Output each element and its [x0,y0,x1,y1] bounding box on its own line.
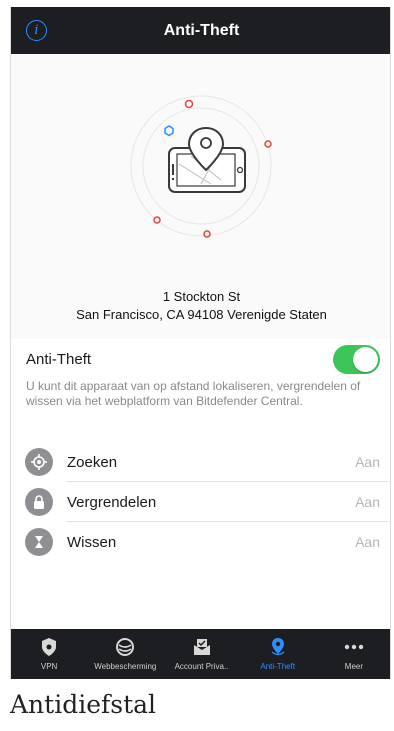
action-row-vergrendelen[interactable]: Vergrendelen Aan [11,482,390,522]
bottom-tab-bar: VPN Webbescherming Account Priva.. Anti-… [11,629,390,679]
location-map-panel: 1 Stockton St San Francisco, CA 94108 Ve… [11,54,390,339]
action-status: Aan [355,534,380,550]
tab-anti-theft[interactable]: Anti-Theft [240,629,316,679]
action-row-zoeken[interactable]: Zoeken Aan [11,442,390,482]
account-privacy-icon [191,636,213,658]
action-label: Zoeken [67,453,118,471]
tab-webbescherming[interactable]: Webbescherming [87,629,163,679]
action-status: Aan [355,494,380,510]
anti-theft-description: U kunt dit apparaat van op afstand lokal… [26,379,361,408]
address-street: 1 Stockton St [162,289,241,304]
tab-label: Anti-Theft [260,662,296,671]
info-icon[interactable]: i [26,20,47,41]
web-protection-icon [114,636,136,658]
locate-icon [25,448,53,476]
tab-meer[interactable]: Meer [316,629,390,679]
action-label: Vergrendelen [67,493,157,511]
tab-label: Account Priva.. [174,662,229,671]
tab-label: Webbescherming [94,662,157,671]
phone-location-illustration [130,95,272,238]
vpn-shield-icon [38,636,60,658]
address-city: San Francisco, CA 94108 Verenigde Staten [76,307,327,322]
wipe-icon [25,528,53,556]
tab-vpn[interactable]: VPN [11,629,87,679]
action-row-wissen[interactable]: Wissen Aan [11,522,390,562]
tab-label: VPN [40,662,58,671]
anti-theft-toggle-row: Anti-Theft [11,339,390,379]
anti-theft-pin-icon [267,636,289,658]
action-label: Wissen [67,533,117,551]
more-dots-icon [343,636,365,658]
app-header: i Anti-Theft [11,7,390,54]
anti-theft-toggle[interactable] [333,344,380,374]
anti-theft-settings: Anti-Theft U kunt dit apparaat van op af… [11,339,390,409]
lock-icon [25,488,53,516]
page-title: Anti-Theft [163,21,240,39]
tab-label: Meer [344,662,364,671]
toggle-knob [353,346,378,372]
tab-account-privacy[interactable]: Account Priva.. [163,629,239,679]
figure-caption: Antidiefstal [10,690,157,719]
action-status: Aan [355,454,380,470]
phone-screen: i Anti-Theft 1 Stockton St San Francisco… [10,7,391,679]
anti-theft-toggle-label: Anti-Theft [26,350,92,368]
device-address: 1 Stockton St San Francisco, CA 94108 Ve… [11,288,390,324]
